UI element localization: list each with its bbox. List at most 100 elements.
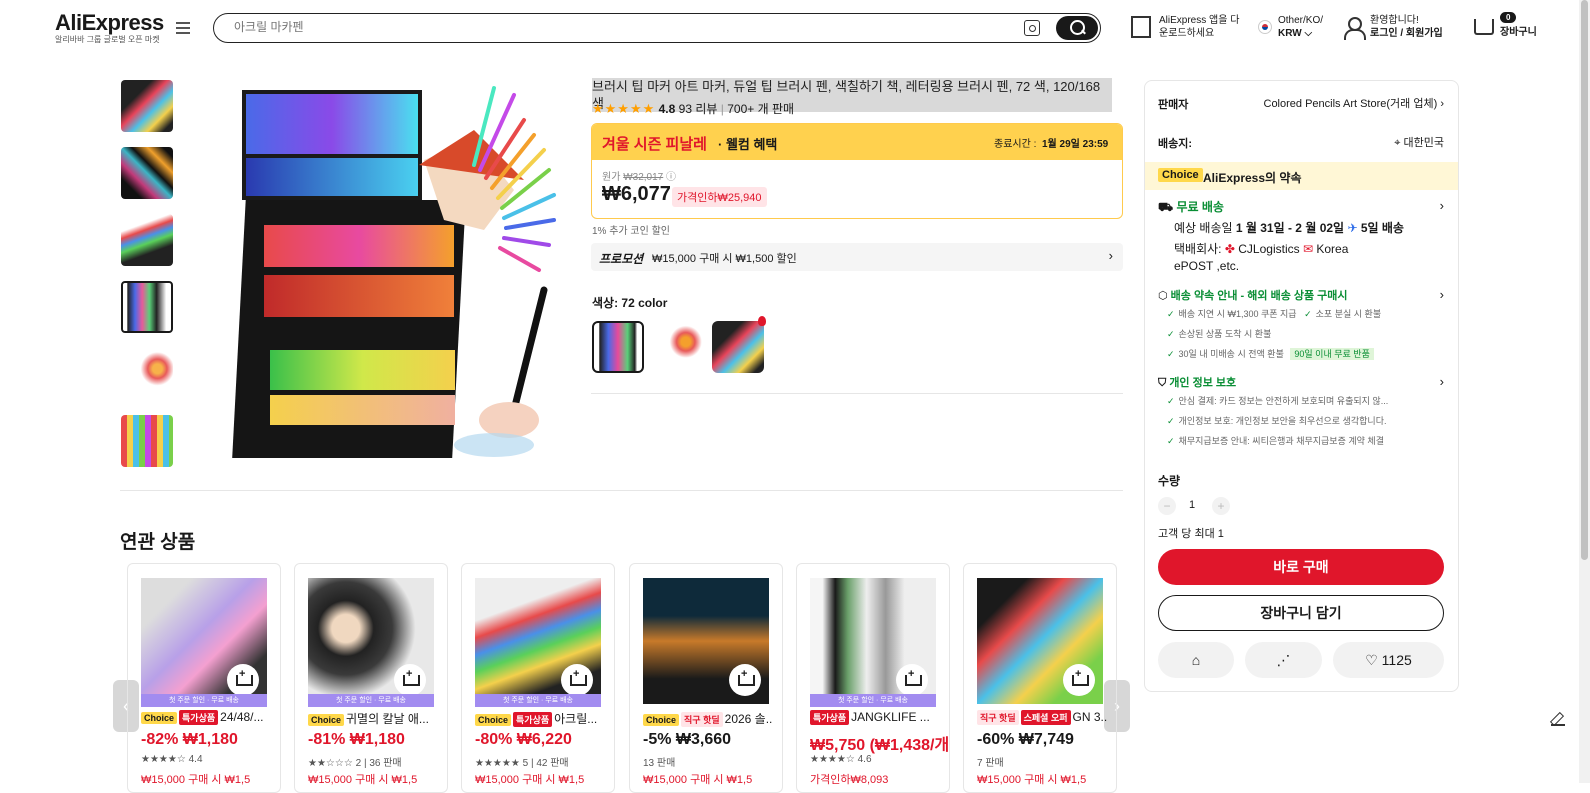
rating-stars-icon: ★★★★★ <box>592 101 656 116</box>
discount-badge: 가격인하₩25,940 <box>672 187 767 207</box>
product-thumbnail[interactable] <box>643 578 769 704</box>
image-search-icon[interactable] <box>1024 20 1040 36</box>
share-button[interactable]: ⋰ <box>1245 642 1322 678</box>
buy-now-button[interactable]: 바로 구매 <box>1158 549 1444 585</box>
qty-value[interactable]: 1 <box>1189 499 1195 511</box>
check-icon: ✓ <box>1167 309 1175 319</box>
add-to-cart-icon[interactable] <box>227 664 259 696</box>
user-icon[interactable] <box>1344 17 1366 40</box>
badge-secondary: 특가상품 <box>513 712 553 727</box>
region-selector[interactable]: Other/KO/ KRW ⌵ <box>1278 14 1323 40</box>
related-product-card[interactable]: 첫 주문 할인 · 무료 배송특가상품JANGKLIFE ... ₩5,750 (… <box>796 563 950 793</box>
app-download-link[interactable]: AliExpress 앱을 다 운로드하세요 <box>1159 14 1239 40</box>
info-icon[interactable]: ⓘ <box>666 172 676 183</box>
chevron-right-icon[interactable]: › <box>1440 374 1444 389</box>
product-rating-sales: 7 판매 <box>977 758 1004 769</box>
thumbnail-1[interactable] <box>121 80 173 132</box>
thumbnail-3[interactable] <box>121 214 173 266</box>
check-icon: ✓ <box>1167 349 1175 359</box>
wishlist-button[interactable]: ♡ 1125 <box>1333 642 1444 678</box>
thumbnail-6[interactable] <box>121 415 173 467</box>
logo-subtitle: 알리바바 그룹 글로벌 오픈 마켓 <box>55 35 160 44</box>
courier-info: 택배회사: ✤ CJLogistics ✉ Korea ePOST ,etc. <box>1174 242 1349 273</box>
share-icon: ⋰ <box>1276 652 1291 668</box>
delivery-estimate: 예상 배송일 1 월 31일 - 2 월 02일 ✈ 5일 배송 <box>1174 221 1404 235</box>
product-promo: 가격인하₩8,093 <box>810 774 889 786</box>
add-to-cart-icon[interactable] <box>729 664 761 696</box>
product-promo: ₩15,000 구매 시 ₩1,5 <box>643 774 753 786</box>
sale-sub: · 웰컴 혜택 <box>718 137 778 152</box>
divider <box>120 490 1123 491</box>
add-to-cart-button[interactable]: 장바구니 담기 <box>1158 595 1444 631</box>
chevron-right-icon[interactable]: › <box>1440 198 1444 213</box>
add-to-cart-icon[interactable] <box>394 664 426 696</box>
sale-price-box: 겨울 시즌 피날레 · 웰컴 혜택 종료시간 : 1월 29일 23:59 원가… <box>591 123 1123 219</box>
delivery-guarantee-row[interactable]: ⬡ 배송 약속 안내 - 해외 배송 상품 구매시 <box>1158 287 1348 303</box>
product-thumbnail[interactable] <box>141 578 267 704</box>
marker-set-illustration <box>224 80 572 465</box>
heart-icon: ♡ <box>1365 652 1378 668</box>
epost-logo-icon: ✉ <box>1302 242 1314 256</box>
related-product-card[interactable]: Choice직구 핫딜2026 솔... -5% ₩3,660 13 판매 ₩15,0… <box>629 563 783 793</box>
add-to-cart-icon[interactable] <box>1063 664 1095 696</box>
store-button[interactable]: ⌂ <box>1158 642 1234 678</box>
promotion-row[interactable]: 프로모션 ₩15,000 구매 시 ₩1,500 할인 › <box>591 243 1123 271</box>
related-product-card[interactable]: 첫 주문 할인 · 무료 배송 Choice특가상품24/48/... -82% ₩… <box>127 563 281 793</box>
seller-name-link[interactable]: Colored Pencils Art Store(거래 업체) › <box>1264 95 1445 111</box>
sale-end-time: 1월 29일 23:59 <box>1042 139 1109 150</box>
check-icon: ✓ <box>1167 416 1175 426</box>
related-products-title: 연관 상품 <box>120 532 196 553</box>
free-return-badge: 90일 이내 무료 반품 <box>1290 348 1374 360</box>
search-button[interactable] <box>1056 16 1098 40</box>
privacy-shield-icon: ⛉ <box>1158 377 1167 389</box>
quantity-label: 수량 <box>1158 474 1181 488</box>
thumbnail-4-selected[interactable] <box>121 281 173 333</box>
sale-name: 겨울 시즌 피날레 <box>602 136 707 153</box>
rating-row[interactable]: ★★★★★ 4.8 93 리뷰 | 700+ 개 판매 <box>592 100 794 117</box>
ship-to-selector[interactable]: ⌖ 대한민국 <box>1394 134 1444 150</box>
add-to-cart-icon[interactable] <box>896 664 928 696</box>
product-thumbnail[interactable] <box>308 578 434 704</box>
cart-icon[interactable] <box>1474 19 1494 35</box>
aliexpress-logo[interactable]: AliExpress <box>55 10 164 36</box>
badge-secondary: 스페셜 오퍼 <box>1020 710 1071 725</box>
coin-discount-note: 1% 추가 코인 할인 <box>592 226 670 237</box>
feedback-edit-icon[interactable] <box>1551 712 1565 726</box>
thumbnail-5[interactable] <box>121 348 173 400</box>
main-product-image[interactable] <box>224 80 572 465</box>
privacy-item: ✓ 개인정보 보호: 개인정보 보안을 최우선으로 생각합니다. <box>1167 416 1387 426</box>
badge-primary: Choice <box>308 714 345 726</box>
page-scrollbar[interactable] <box>1579 0 1590 783</box>
add-to-cart-icon[interactable] <box>561 664 593 696</box>
promo-text: ₩15,000 구매 시 ₩1,500 할인 <box>652 253 797 265</box>
qty-minus-button[interactable]: − <box>1158 497 1176 515</box>
menu-icon[interactable] <box>176 22 190 34</box>
check-icon: ✓ <box>1304 309 1312 319</box>
search-input[interactable] <box>234 20 934 34</box>
check-icon: ✓ <box>1167 396 1175 406</box>
color-swatch-168[interactable] <box>712 321 764 373</box>
color-swatch-120[interactable] <box>652 321 704 373</box>
account-link[interactable]: 환영합니다! 로그인 / 회원가입 <box>1370 14 1443 40</box>
color-swatch-72[interactable] <box>592 321 644 373</box>
sale-end-label: 종료시간 : <box>994 139 1037 150</box>
product-thumbnail[interactable] <box>475 578 601 704</box>
choice-banner: Choice AliExpress의 약속 <box>1145 162 1458 190</box>
qty-plus-button[interactable]: + <box>1212 497 1230 515</box>
chevron-right-icon[interactable]: › <box>1440 287 1444 302</box>
product-thumbnail[interactable] <box>977 578 1103 704</box>
scrollbar-thumb[interactable] <box>1581 0 1588 560</box>
privacy-row[interactable]: ⛉ 개인 정보 보호 <box>1158 374 1236 390</box>
divider <box>591 393 1123 394</box>
related-product-card[interactable]: 직구 핫딜스페셜 오퍼GN 3... -60% ₩7,749 7 판매 ₩15,000… <box>963 563 1117 793</box>
badge-primary: 직구 핫딜 <box>977 710 1019 725</box>
cart-label[interactable]: 장바구니 <box>1500 26 1537 39</box>
qr-code-icon[interactable] <box>1131 16 1151 38</box>
free-shipping-row[interactable]: ⛟ 무료 배송 <box>1158 198 1224 216</box>
related-product-card[interactable]: 첫 주문 할인 · 무료 배송 Choice귀멸의 칼날 애... -81% ₩1,… <box>294 563 448 793</box>
truck-icon: ⛟ <box>1158 200 1174 214</box>
thumbnail-2[interactable] <box>121 147 173 199</box>
related-product-card[interactable]: 첫 주문 할인 · 무료 배송 Choice특가상품아크릴... -80% ₩6,2… <box>461 563 615 793</box>
product-thumbnail[interactable] <box>810 578 936 704</box>
product-rating-sales: ★★★★★ 5 | 42 판매 <box>475 758 569 769</box>
